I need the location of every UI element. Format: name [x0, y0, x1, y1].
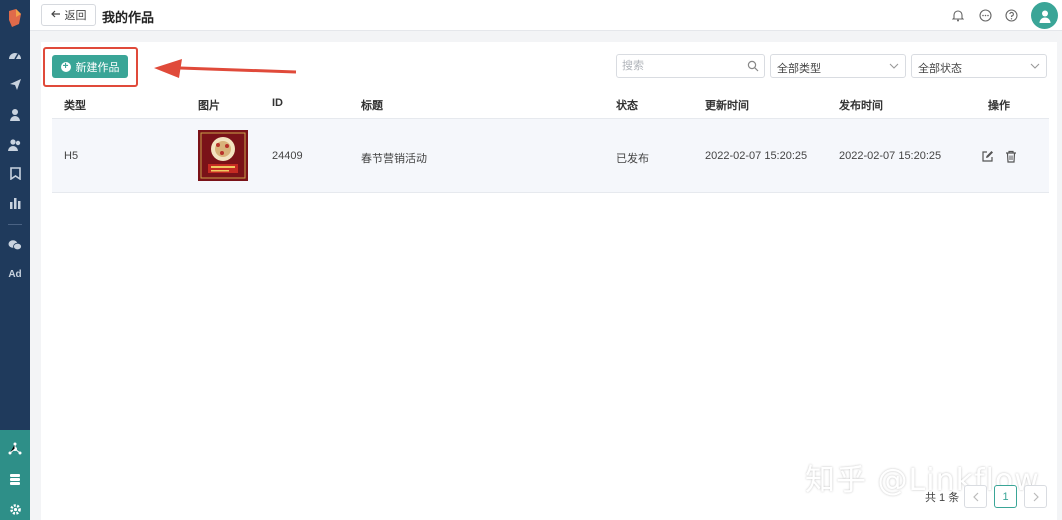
bell-icon[interactable]	[951, 8, 965, 22]
column-header-type: 类型	[64, 100, 86, 112]
pagination-total: 共 1 条	[925, 492, 960, 504]
send-icon[interactable]	[7, 77, 23, 91]
prev-page-button[interactable]	[964, 485, 987, 508]
sidebar-divider	[8, 224, 22, 225]
back-label: 返回	[64, 10, 87, 22]
column-header-published: 发布时间	[839, 100, 883, 112]
cell-id: 24409	[272, 150, 303, 162]
ad-icon[interactable]: Ad	[4, 269, 26, 280]
work-thumbnail-image[interactable]	[198, 130, 248, 181]
plus-circle-icon: +	[60, 61, 71, 72]
dashboard-icon[interactable]	[7, 48, 23, 62]
network-icon[interactable]	[7, 442, 23, 456]
table-row[interactable]: H5 24409 春节营销活动 已发布 2022-02-07 15:20:25 …	[52, 118, 1049, 193]
chevron-left-icon	[972, 492, 978, 501]
status-filter-select[interactable]: 全部状态	[911, 54, 1047, 78]
annotation-arrow-icon	[154, 59, 297, 78]
status-filter-value: 全部状态	[918, 63, 962, 75]
column-header-actions: 操作	[988, 100, 1010, 112]
type-filter-select[interactable]: 全部类型	[770, 54, 906, 78]
new-work-label: 新建作品	[75, 61, 120, 74]
chevron-right-icon	[1033, 492, 1039, 501]
logo-icon[interactable]	[7, 8, 23, 28]
user-icon[interactable]	[7, 107, 23, 121]
column-header-title: 标题	[361, 100, 383, 112]
settings-icon[interactable]	[7, 502, 23, 516]
cell-title[interactable]: 春节营销活动	[361, 150, 427, 166]
back-button[interactable]: 返回	[41, 4, 96, 26]
arrow-left-icon	[50, 9, 61, 21]
cell-published-time: 2022-02-07 15:20:25	[839, 150, 942, 162]
delete-icon[interactable]	[1004, 149, 1018, 163]
edit-icon[interactable]	[980, 149, 994, 163]
search-box[interactable]	[616, 54, 765, 78]
database-icon[interactable]	[7, 472, 23, 486]
cell-updated-time: 2022-02-07 15:20:25	[705, 150, 808, 162]
table-header: 类型 图片 ID 标题 状态 更新时间 发布时间 操作	[52, 88, 1049, 118]
help-icon[interactable]	[1004, 8, 1018, 22]
column-header-updated: 更新时间	[705, 100, 749, 112]
bar-chart-icon[interactable]	[7, 196, 23, 210]
works-table: 类型 图片 ID 标题 状态 更新时间 发布时间 操作 H5 24409 春节营	[52, 88, 1049, 193]
column-header-id: ID	[272, 97, 283, 109]
page-title: 我的作品	[102, 10, 155, 25]
sidebar: Ad	[0, 0, 30, 520]
sidebar-bottom-block	[0, 430, 30, 520]
top-bar: 返回 我的作品	[30, 0, 1062, 31]
column-header-status: 状态	[616, 100, 638, 112]
type-filter-value: 全部类型	[777, 63, 821, 75]
users-icon[interactable]	[7, 137, 23, 151]
bookmark-icon[interactable]	[7, 166, 23, 180]
wechat-icon[interactable]	[7, 238, 23, 252]
user-avatar[interactable]	[1031, 2, 1058, 29]
cell-type: H5	[64, 150, 79, 162]
next-page-button[interactable]	[1024, 485, 1047, 508]
search-icon[interactable]	[747, 60, 759, 72]
chevron-down-icon	[889, 61, 899, 71]
new-work-button[interactable]: + 新建作品	[52, 55, 128, 78]
chevron-down-icon	[1030, 61, 1040, 71]
cell-status: 已发布	[616, 153, 649, 165]
column-header-image: 图片	[198, 100, 220, 112]
page-number-button[interactable]: 1	[994, 485, 1017, 508]
search-input[interactable]	[622, 58, 742, 74]
chat-icon[interactable]	[978, 8, 992, 22]
